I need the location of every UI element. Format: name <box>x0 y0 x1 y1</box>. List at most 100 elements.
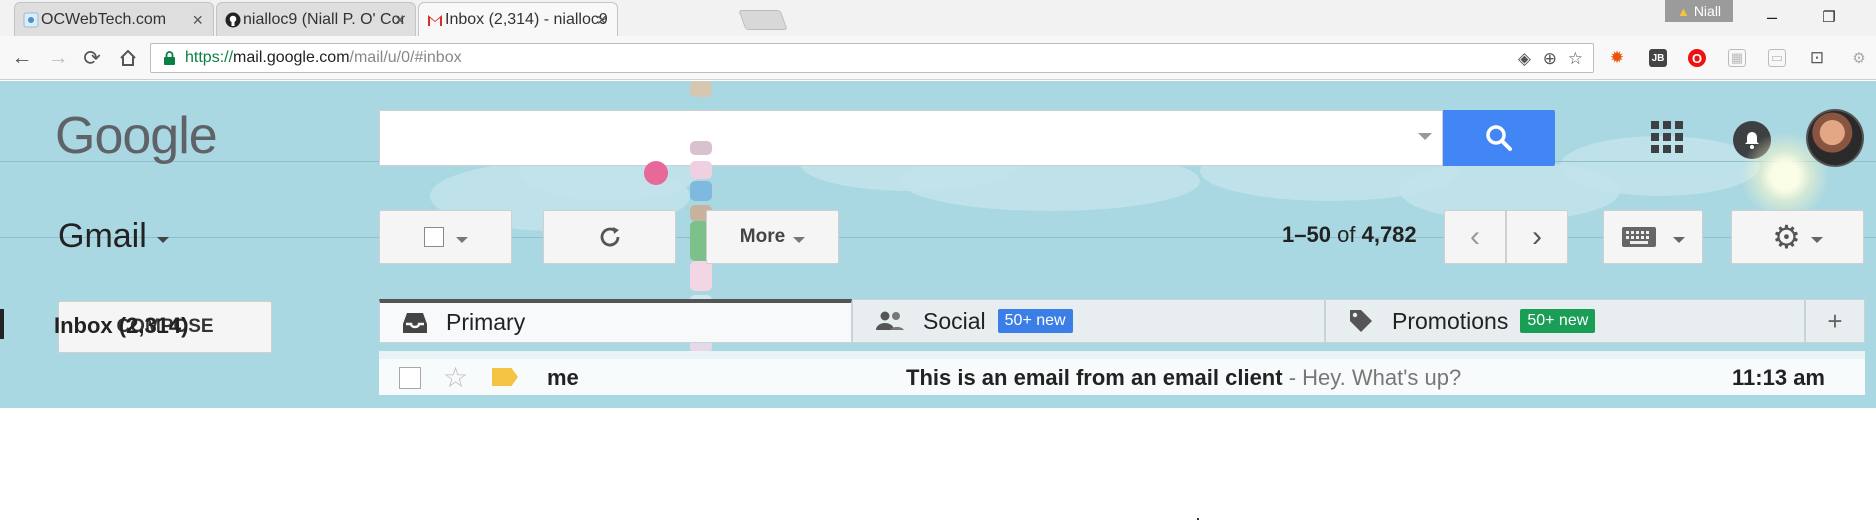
gmail-favicon-icon <box>428 15 442 26</box>
chevron-right-icon: › <box>1532 220 1542 253</box>
github-icon <box>225 12 241 28</box>
table-row[interactable]: ☆ me This is an email from an email clie… <box>379 351 1865 395</box>
message-checkbox[interactable] <box>399 367 421 389</box>
bookmark-star-icon[interactable]: ☆ <box>1568 49 1583 69</box>
chevron-down-icon <box>793 237 806 243</box>
lock-icon <box>164 51 175 65</box>
lens-icon[interactable]: ◈ <box>1518 49 1531 69</box>
people-icon <box>876 311 904 330</box>
settings-button[interactable]: ⚙ <box>1731 210 1864 264</box>
search-input[interactable] <box>379 110 1443 166</box>
theme-character <box>690 261 712 291</box>
back-arrow-icon[interactable]: ← <box>8 44 36 72</box>
browser-tab-github[interactable]: nialloc9 (Niall P. O' Conn × <box>216 2 416 36</box>
important-marker-icon[interactable] <box>492 368 518 386</box>
new-tab-button[interactable] <box>738 10 788 30</box>
profile-chip[interactable]: ▲ Niall <box>1665 0 1733 22</box>
profile-name: Niall <box>1693 3 1722 19</box>
social-new-badge: 50+ new <box>997 309 1073 333</box>
gmail-label: Gmail <box>58 217 147 255</box>
newer-button[interactable]: ‹ <box>1444 210 1506 264</box>
jb-extension-icon[interactable]: JB <box>1649 49 1667 67</box>
message-subject: This is an email from an email client <box>906 365 1283 390</box>
chevron-down-icon <box>455 237 468 243</box>
theme-character <box>690 141 712 155</box>
star-icon[interactable]: ☆ <box>443 361 468 394</box>
reload-icon[interactable]: ⟳ <box>78 44 106 72</box>
older-button[interactable]: › <box>1506 210 1568 264</box>
opera-extension-icon[interactable]: O <box>1688 49 1706 67</box>
inbox-icon <box>403 312 427 333</box>
chevron-down-icon <box>1673 237 1685 243</box>
browser-tab-gmail[interactable]: Inbox (2,314) - nialloc9@ × <box>418 2 618 36</box>
gear-icon: ⚙ <box>1772 219 1801 255</box>
message-subject-snippet: This is an email from an email client - … <box>906 365 1461 391</box>
message-separator: - <box>1282 365 1303 390</box>
gmail-product-menu[interactable]: Gmail <box>58 217 169 256</box>
search-icon <box>1486 125 1512 151</box>
search-button[interactable] <box>1443 110 1555 166</box>
browser-tab-title: nialloc9 (Niall P. O' Conn <box>243 10 405 28</box>
fire-extension-icon[interactable]: ✹ <box>1608 48 1626 67</box>
tab-promotions[interactable]: Promotions 50+ new <box>1325 299 1805 343</box>
url-host: mail.google.com <box>233 49 350 66</box>
url-path: /mail/u/0/#inbox <box>349 49 462 66</box>
close-tab-icon[interactable]: × <box>596 10 607 31</box>
window-extension-icon[interactable]: ▭ <box>1768 49 1786 67</box>
apps-grid-icon[interactable] <box>1651 121 1683 153</box>
minimize-button[interactable]: – <box>1749 2 1795 32</box>
close-tab-icon[interactable]: × <box>394 10 405 31</box>
avatar[interactable] <box>1806 109 1864 167</box>
more-button[interactable]: More <box>706 210 839 264</box>
tab-social[interactable]: Social 50+ new <box>852 299 1325 343</box>
theme-character-pink <box>644 161 668 185</box>
tab-primary[interactable]: Primary <box>379 299 852 343</box>
more-label: More <box>739 226 786 247</box>
sidebar-item-inbox[interactable]: Inbox (2,314) <box>54 313 188 339</box>
input-tools-button[interactable] <box>1603 210 1703 264</box>
tab-promotions-label: Promotions <box>1392 307 1509 334</box>
theme-character <box>690 81 712 97</box>
refresh-icon <box>600 227 619 247</box>
ocwebtech-favicon-icon <box>23 12 39 28</box>
speck <box>1197 518 1199 520</box>
browser-tab-ocwebtech[interactable]: OCWebTech.com × <box>14 2 214 36</box>
select-all-checkbox[interactable] <box>423 227 444 247</box>
keyboard-icon <box>1622 227 1656 247</box>
pager-dash: – <box>1294 222 1307 247</box>
theme-character <box>690 161 712 179</box>
browser-toolbar: ← → ⟳ https://mail.google.com/mail/u/0/#… <box>0 36 1876 80</box>
refresh-button[interactable] <box>543 210 676 264</box>
chevron-down-icon <box>156 236 169 243</box>
settings-extension-icon[interactable]: ⚙ <box>1850 49 1868 67</box>
warning-icon: ▲ <box>1676 3 1690 19</box>
theme-character <box>690 181 712 201</box>
browser-tab-title: OCWebTech.com <box>41 10 167 28</box>
search-options-dropdown-icon[interactable] <box>1418 133 1432 140</box>
restore-button[interactable]: ❐ <box>1806 2 1852 32</box>
pager-range-start: 1 <box>1282 222 1295 247</box>
grid-extension-icon[interactable]: ▦ <box>1728 49 1746 67</box>
select-all-button[interactable] <box>379 210 512 264</box>
category-tabs: Primary Social 50+ new Promotions 50+ ne… <box>379 299 1865 343</box>
cast-icon[interactable]: ⊡ <box>1808 48 1826 67</box>
screen: OCWebTech.com × nialloc9 (Niall P. O' Co… <box>0 0 1876 523</box>
chevron-left-icon: ‹ <box>1470 220 1480 253</box>
close-tab-icon[interactable]: × <box>192 10 203 31</box>
address-bar[interactable]: https://mail.google.com/mail/u/0/#inbox … <box>150 43 1594 73</box>
google-logo[interactable]: Google <box>55 106 218 166</box>
tab-primary-label: Primary <box>446 309 526 335</box>
pager-of: of <box>1337 222 1356 247</box>
add-category-tab-button[interactable]: + <box>1805 299 1865 343</box>
tag-icon <box>1350 310 1372 332</box>
message-snippet: Hey. What's up? <box>1302 365 1462 390</box>
forward-arrow-icon[interactable]: → <box>44 44 72 72</box>
url-scheme: https:// <box>185 49 234 66</box>
home-icon[interactable] <box>114 44 142 72</box>
zoom-icon[interactable]: ⊕ <box>1543 49 1557 69</box>
pagination-text: 1–50 of 4,782 <box>1282 222 1417 248</box>
message-sender: me <box>547 365 579 390</box>
message-time: 11:13 am <box>1732 365 1825 390</box>
browser-tab-strip: OCWebTech.com × nialloc9 (Niall P. O' Co… <box>0 0 1876 36</box>
promotions-new-badge: 50+ new <box>1520 309 1596 333</box>
